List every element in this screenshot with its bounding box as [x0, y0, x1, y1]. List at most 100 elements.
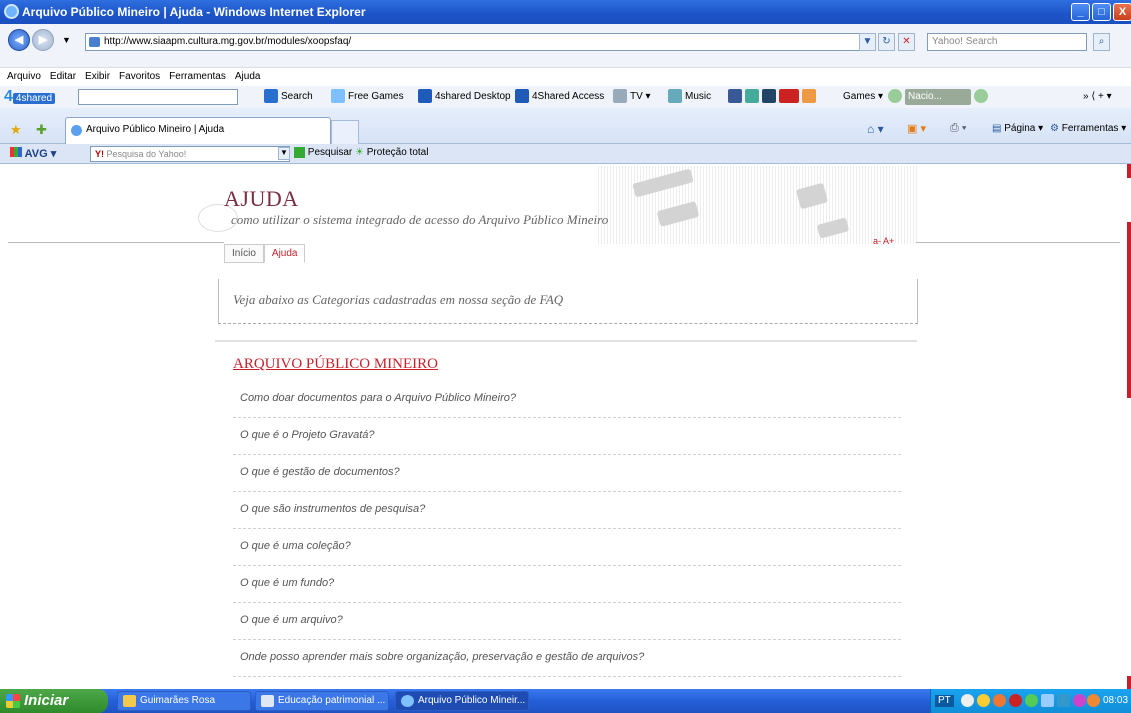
- language-indicator[interactable]: PT: [935, 695, 954, 707]
- history-dropdown-icon[interactable]: ▼: [62, 35, 71, 45]
- menu-arquivo[interactable]: Arquivo: [7, 68, 41, 86]
- font-size-controls[interactable]: a- A+: [873, 236, 894, 246]
- stop-icon[interactable]: ✕: [898, 33, 915, 51]
- add-favorite-icon[interactable]: ✚: [36, 122, 47, 138]
- tv-button[interactable]: TV ▾: [613, 89, 651, 105]
- faq-question[interactable]: O que é o Projeto Gravatá?: [233, 418, 901, 455]
- access-button[interactable]: 4Shared Access: [515, 89, 604, 105]
- task-arquivo-publico[interactable]: Arquivo Público Mineir...: [395, 691, 529, 711]
- tray-icon-9[interactable]: [1087, 694, 1100, 707]
- free-games-button[interactable]: Free Games: [331, 89, 404, 105]
- youtube-icon: [779, 89, 799, 104]
- volume-icon: [974, 89, 988, 104]
- people-icon: [802, 89, 816, 104]
- ie-page-icon: [71, 125, 82, 136]
- menu-exibir[interactable]: Exibir: [85, 68, 110, 86]
- faq-question[interactable]: O que é um arquivo?: [233, 603, 901, 640]
- page-title: AJUDA: [224, 186, 299, 211]
- page-scrollbar[interactable]: [1120, 164, 1131, 689]
- myspace-icon: [762, 89, 776, 104]
- avg-dropdown-icon[interactable]: ▼: [278, 147, 290, 160]
- avg-logo[interactable]: AVG ▾: [10, 147, 56, 160]
- games-icon: [331, 89, 345, 104]
- toolbar-more-icon[interactable]: » ⟨ + ▾: [1083, 89, 1112, 105]
- menu-ferramentas[interactable]: Ferramentas: [169, 68, 226, 86]
- favorites-star-icon[interactable]: ★: [10, 122, 22, 138]
- faq-question[interactable]: Como doar documentos para o Arquivo Públ…: [233, 381, 901, 418]
- tab-bar: ★ ✚ Arquivo Público Mineiro | Ajuda ⌂ ▾ …: [0, 108, 1131, 144]
- site-nav: Início Ajuda: [224, 244, 306, 263]
- menu-favoritos[interactable]: Favoritos: [119, 68, 160, 86]
- title-bar: Arquivo Público Mineiro | Ajuda - Window…: [0, 0, 1131, 24]
- task-guimaraes-rosa[interactable]: Guimarães Rosa: [117, 691, 251, 711]
- tray-icon-3[interactable]: [993, 694, 1006, 707]
- windows-logo-icon: [6, 694, 20, 708]
- toolbar-search-button[interactable]: Search: [264, 89, 313, 105]
- faq-notice: Veja abaixo as Categorias cadastradas em…: [218, 279, 918, 324]
- faq-question[interactable]: Onde posso aprender mais sobre organizaç…: [233, 640, 901, 677]
- menu-ajuda[interactable]: Ajuda: [235, 68, 261, 86]
- back-button[interactable]: ◀: [8, 29, 30, 51]
- games-button[interactable]: Games ▾: [843, 89, 883, 105]
- tray-icon-6[interactable]: [1041, 694, 1054, 707]
- access-icon: [515, 89, 529, 104]
- avg-search-button[interactable]: Pesquisar: [294, 147, 352, 158]
- globe-icon: [745, 89, 759, 104]
- start-button[interactable]: Iniciar: [0, 689, 108, 713]
- search-icon[interactable]: ⌕: [1093, 33, 1110, 51]
- tray-icon-4[interactable]: [1009, 694, 1022, 707]
- tray-icon-1[interactable]: [961, 694, 974, 707]
- faq-question[interactable]: O que é um fundo?: [233, 566, 901, 603]
- address-bar-area: ◀ ▶ ▼ http://www.siaapm.cultura.mg.gov.b…: [0, 24, 1131, 82]
- nav-inicio[interactable]: Início: [224, 244, 264, 263]
- window-title: Arquivo Público Mineiro | Ajuda - Window…: [22, 5, 366, 19]
- divider-right: [916, 242, 1120, 243]
- clock[interactable]: 08:03: [1103, 689, 1128, 713]
- maximize-button[interactable]: □: [1092, 3, 1111, 21]
- faq-question[interactable]: O que são instrumentos de pesquisa?: [233, 492, 901, 529]
- divider-left: [8, 242, 224, 243]
- menu-bar: Arquivo Editar Exibir Favoritos Ferramen…: [0, 68, 1131, 86]
- 4shared-logo[interactable]: 4 4shared: [4, 89, 56, 107]
- refresh-icon[interactable]: ↻: [878, 33, 895, 51]
- menu-editar[interactable]: Editar: [50, 68, 76, 86]
- print-icon[interactable]: ⎙ ▾: [950, 122, 966, 135]
- facebook-icon: [728, 89, 742, 104]
- tray-icon-7[interactable]: [1057, 694, 1070, 707]
- close-button[interactable]: X: [1113, 3, 1131, 21]
- desktop-button[interactable]: 4shared Desktop: [418, 89, 511, 105]
- 4shared-toolbar: 4 4shared Search Free Games 4shared Deskt…: [0, 86, 1131, 108]
- tray-icon-5[interactable]: [1025, 694, 1038, 707]
- page-icon: [89, 37, 100, 47]
- category-link[interactable]: ARQUIVO PÚBLICO MINEIRO: [233, 356, 438, 373]
- social-icons[interactable]: [728, 89, 819, 105]
- ie-icon: [4, 4, 19, 19]
- new-tab-button[interactable]: [331, 120, 359, 144]
- avg-protection-button[interactable]: ☀ Proteção total: [355, 147, 428, 158]
- ie-icon: [401, 695, 414, 707]
- nav-ajuda[interactable]: Ajuda: [263, 244, 306, 263]
- tray-icon-8[interactable]: [1073, 694, 1086, 707]
- radio-player[interactable]: Nacio...: [888, 89, 991, 105]
- system-tray: PT 08:03: [930, 689, 1131, 713]
- task-educacao[interactable]: Educação patrimonial ...: [255, 691, 389, 711]
- music-button[interactable]: Music: [668, 89, 711, 105]
- url-dropdown-icon[interactable]: ▼: [859, 33, 876, 51]
- tab-arquivo-publico[interactable]: Arquivo Público Mineiro | Ajuda: [65, 117, 331, 144]
- folder-icon: [123, 695, 136, 707]
- feeds-icon[interactable]: ▣ ▾: [907, 122, 926, 135]
- document-icon: [261, 695, 274, 707]
- url-field[interactable]: http://www.siaapm.cultura.mg.gov.br/modu…: [85, 33, 871, 51]
- tools-menu[interactable]: ⚙ Ferramentas ▾: [1050, 123, 1126, 134]
- search-input[interactable]: Yahoo! Search: [927, 33, 1087, 51]
- page-menu[interactable]: ▤ Página ▾: [992, 123, 1043, 134]
- faq-section: ARQUIVO PÚBLICO MINEIRO Como doar docume…: [215, 340, 917, 689]
- tab-label: Arquivo Público Mineiro | Ajuda: [86, 124, 225, 135]
- faq-question[interactable]: O que é uma coleção?: [233, 529, 901, 566]
- avg-search-input[interactable]: Y! Pesquisa do Yahoo!: [90, 146, 290, 162]
- faq-question[interactable]: O que é gestão de documentos?: [233, 455, 901, 492]
- minimize-button[interactable]: _: [1071, 3, 1090, 21]
- tray-icon-2[interactable]: [977, 694, 990, 707]
- home-icon[interactable]: ⌂ ▾: [867, 122, 884, 136]
- forward-button[interactable]: ▶: [32, 29, 54, 51]
